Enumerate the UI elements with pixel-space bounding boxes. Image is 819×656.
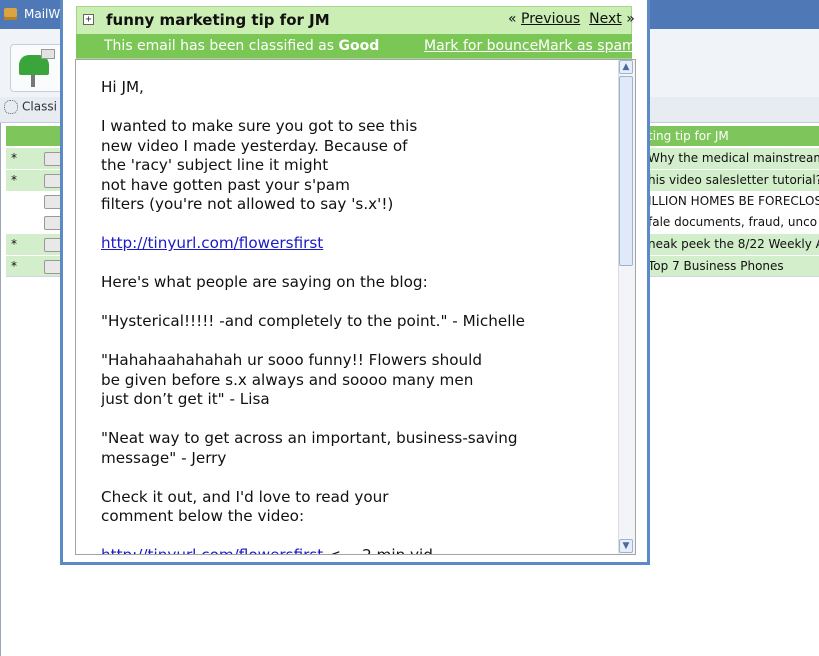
email-greeting: Hi JM, [101, 78, 144, 96]
row-subject: Top 7 Business Phones [648, 259, 784, 273]
email-body: Hi JM, I wanted to make sure you got to … [101, 78, 611, 554]
star-marker: * [11, 173, 17, 187]
email-paragraph: Here's what people are saying on the blo… [101, 273, 428, 291]
expand-icon[interactable]: + [83, 14, 94, 25]
mark-as-spam-link[interactable]: Mark as spam [538, 38, 636, 54]
email-link-suffix: <--- 2 min vid [323, 546, 433, 554]
scrollbar-thumb[interactable] [619, 76, 633, 266]
email-link[interactable]: http://tinyurl.com/flowersfirst [101, 546, 323, 554]
next-arrow-icon: » [626, 11, 635, 27]
star-marker: * [11, 259, 17, 273]
scroll-down-icon[interactable]: ▼ [619, 539, 633, 553]
app-icon [4, 8, 17, 20]
classification-value: Good [338, 38, 380, 54]
scroll-up-icon[interactable]: ▲ [619, 60, 633, 74]
email-link[interactable]: http://tinyurl.com/flowersfirst [101, 234, 323, 252]
message-list-header-subject: ting tip for JM [648, 129, 729, 143]
previous-arrow-icon: « [508, 11, 517, 27]
tab-classify-label: Classi [22, 99, 57, 114]
row-subject: his video salesletter tutorial? [648, 173, 819, 187]
row-subject: Why the medical mainstream [648, 151, 819, 165]
next-link[interactable]: Next [589, 11, 622, 27]
mailbox-icon[interactable] [10, 44, 64, 92]
classification-text: This email has been classified as Good [104, 38, 379, 54]
email-quote: "Hahahaahahahah ur sooo funny!! Flowers … [101, 351, 482, 408]
star-marker: * [11, 237, 17, 251]
star-marker: * [11, 151, 17, 165]
classification-prefix: This email has been classified as [104, 38, 335, 54]
previous-link[interactable]: Previous [521, 11, 580, 27]
email-paragraph: I wanted to make sure you got to see thi… [101, 117, 418, 213]
email-quote: "Hysterical!!!!! -and completely to the … [101, 312, 526, 330]
email-nav: « Previous Next » [508, 11, 635, 27]
mark-for-bounce-link[interactable]: Mark for bounce [424, 38, 538, 54]
row-subject: fale documents, fraud, unco [648, 215, 818, 229]
email-quote: "Neat way to get across an important, bu… [101, 429, 518, 467]
row-subject: neak peek the 8/22 Weekly A [648, 237, 819, 251]
row-subject: ILLION HOMES BE FORECLOSU [648, 194, 819, 208]
loading-icon [4, 99, 18, 114]
email-subject: funny marketing tip for JM [106, 11, 330, 29]
email-paragraph: Check it out, and I'd love to read your … [101, 487, 389, 526]
